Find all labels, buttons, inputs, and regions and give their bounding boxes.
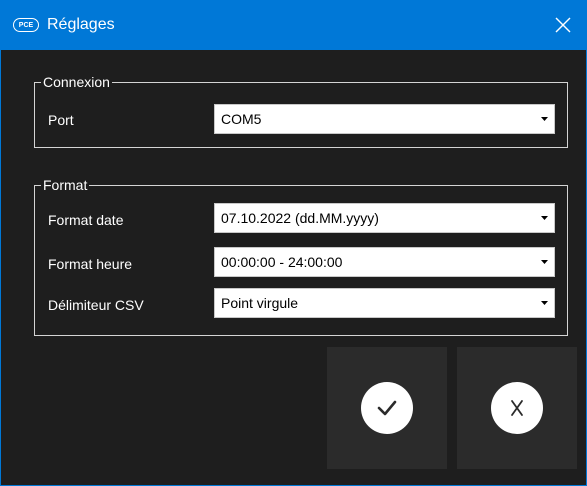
- chevron-down-icon: [534, 105, 554, 133]
- window-title: Réglages: [47, 16, 115, 33]
- confirm-circle: [361, 382, 413, 434]
- close-icon: [555, 17, 571, 33]
- confirm-button[interactable]: [327, 347, 447, 469]
- csv-delimiter-select[interactable]: Point virgule: [214, 288, 555, 318]
- port-label: Port: [48, 112, 74, 128]
- title-bar: PCE Réglages: [1, 0, 586, 50]
- app-logo: PCE: [13, 18, 39, 32]
- cancel-circle: [491, 382, 543, 434]
- date-format-select-value: 07.10.2022 (dd.MM.yyyy): [221, 210, 379, 226]
- cancel-button[interactable]: [457, 347, 577, 469]
- time-format-select[interactable]: 00:00:00 - 24:00:00: [214, 247, 555, 277]
- app-logo-text: PCE: [18, 21, 34, 29]
- time-format-select-value: 00:00:00 - 24:00:00: [221, 254, 343, 270]
- csv-delimiter-label: Délimiteur CSV: [48, 297, 144, 313]
- csv-delimiter-select-value: Point virgule: [221, 295, 299, 311]
- date-format-label: Format date: [48, 212, 124, 228]
- connection-group-label: Connexion: [41, 74, 112, 90]
- port-select[interactable]: COM5: [214, 104, 555, 134]
- chevron-down-icon: [534, 204, 554, 232]
- date-format-select[interactable]: 07.10.2022 (dd.MM.yyyy): [214, 203, 555, 233]
- port-select-value: COM5: [221, 111, 262, 127]
- chevron-down-icon: [534, 248, 554, 276]
- chevron-down-icon: [534, 289, 554, 317]
- time-format-label: Format heure: [48, 256, 133, 272]
- checkmark-icon: [377, 400, 397, 416]
- x-icon: [511, 400, 523, 416]
- format-group-label: Format: [41, 177, 90, 193]
- close-button[interactable]: [540, 0, 586, 50]
- settings-window: PCE Réglages Connexion Port COM5 Format …: [0, 0, 587, 486]
